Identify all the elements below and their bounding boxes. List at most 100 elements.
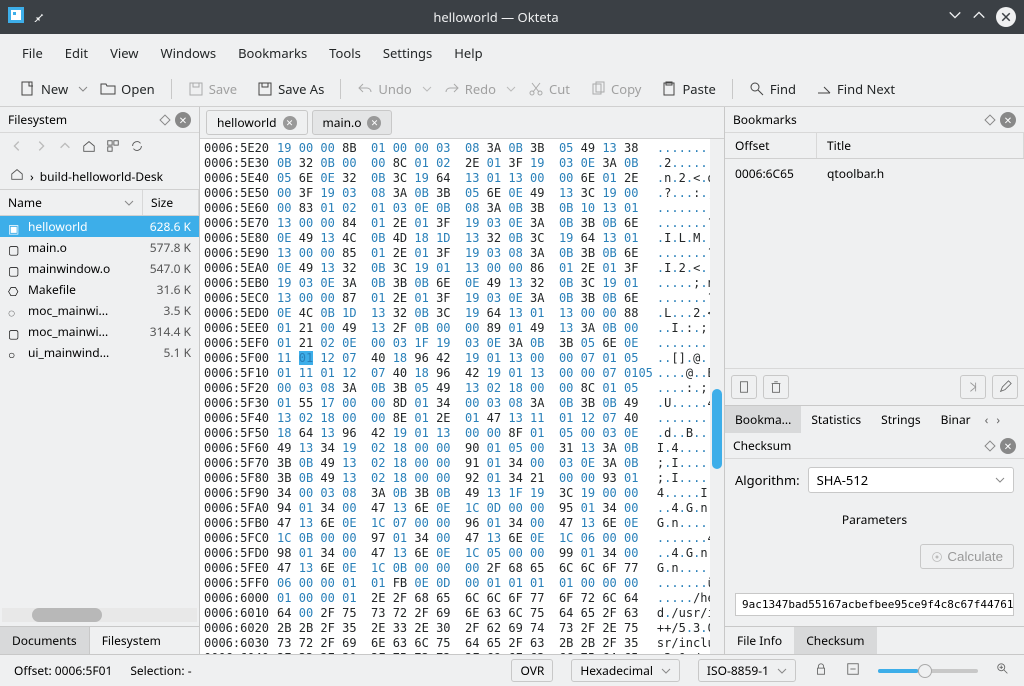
column-name[interactable]: Name [0, 190, 143, 215]
save-button[interactable]: Save [180, 76, 245, 102]
fit-icon[interactable] [846, 662, 860, 680]
file-row[interactable]: ◌moc_mainwi...3.5 K [0, 300, 199, 321]
breadcrumb-home-icon[interactable] [10, 167, 24, 185]
editor-tab[interactable]: main.o✕ [312, 110, 393, 135]
hex-view[interactable]: 0006:5E200006:5E300006:5E400006:5E500006… [200, 139, 724, 654]
zoom-in-icon[interactable] [996, 662, 1010, 680]
panel-close-icon[interactable]: ✕ [1000, 112, 1016, 128]
menu-help[interactable]: Help [444, 40, 492, 66]
menu-view[interactable]: View [100, 40, 148, 66]
redo-button[interactable]: Redo [436, 76, 504, 102]
hscrollbar[interactable] [2, 608, 197, 622]
undo-dropdown[interactable] [422, 81, 432, 97]
right-dock: Bookmarks ✕ Offset Title 0006:6C65 qtool… [724, 107, 1024, 654]
toolbar: New Open Save Save As Undo Redo Cut Copy… [0, 72, 1024, 107]
column-size[interactable]: Size [143, 190, 199, 215]
bookmarks-title: Bookmarks [733, 111, 797, 128]
nav-back-icon[interactable] [10, 139, 24, 157]
menu-bookmarks[interactable]: Bookmarks [228, 40, 317, 66]
close-button[interactable] [996, 7, 1016, 27]
tab-statistics[interactable]: Statistics [801, 406, 871, 433]
menu-edit[interactable]: Edit [55, 40, 98, 66]
findnext-button[interactable]: Find Next [808, 76, 903, 102]
find-button[interactable]: Find [741, 76, 804, 102]
tabs-prev-icon[interactable]: ‹ [981, 411, 993, 428]
file-size: 314.4 K [136, 323, 191, 340]
file-name: main.o [28, 239, 130, 256]
nav-home-icon[interactable] [82, 139, 96, 157]
tab-close-icon[interactable]: ✕ [367, 116, 381, 130]
tabs-next-icon[interactable]: › [992, 411, 1004, 428]
file-row[interactable]: ▢main.o577.8 K [0, 237, 199, 258]
cut-button[interactable]: Cut [520, 76, 578, 102]
tab-strings[interactable]: Strings [871, 406, 931, 433]
tab-checksum[interactable]: Checksum [794, 627, 876, 654]
nav-up-icon[interactable] [58, 139, 72, 157]
undock-icon[interactable] [984, 114, 995, 125]
file-row[interactable]: ⎔Makefile31.6 K [0, 279, 199, 300]
maximize-button[interactable] [972, 8, 986, 26]
minimize-button[interactable] [948, 8, 962, 26]
lock-icon[interactable] [814, 662, 828, 680]
bookmark-edit-button[interactable] [992, 375, 1018, 399]
new-button[interactable]: New [12, 76, 76, 102]
file-row[interactable]: ▢moc_mainwi...314.4 K [0, 321, 199, 342]
status-ovr[interactable]: OVR [511, 659, 553, 682]
saveas-button[interactable]: Save As [249, 76, 332, 102]
panel-close-icon[interactable]: ✕ [1000, 438, 1016, 454]
breadcrumb[interactable]: build-helloworld-Desk [40, 168, 163, 185]
tab-filesystem[interactable]: Filesystem [90, 627, 173, 654]
tab-binary[interactable]: Binar [931, 406, 981, 433]
bookmark-row[interactable]: 0006:6C65 qtoolbar.h [725, 163, 1024, 184]
nav-grid-icon[interactable] [106, 139, 120, 157]
file-icon: ▢ [8, 262, 22, 276]
file-size: 5.1 K [136, 344, 191, 361]
file-row[interactable]: ▣helloworld628.6 K [0, 216, 199, 237]
vscrollbar[interactable] [710, 139, 724, 654]
paste-button[interactable]: Paste [653, 76, 723, 102]
menu-windows[interactable]: Windows [151, 40, 227, 66]
bm-col-title[interactable]: Title [817, 133, 1024, 158]
status-coding[interactable]: Hexadecimal [571, 659, 680, 682]
file-size: 3.5 K [136, 302, 191, 319]
bookmark-delete-button[interactable] [763, 375, 789, 399]
app-icon [8, 7, 24, 27]
undo-button[interactable]: Undo [349, 76, 419, 102]
menu-tools[interactable]: Tools [319, 40, 371, 66]
file-row[interactable]: ○ui_mainwind...5.1 K [0, 342, 199, 363]
bookmark-next-button[interactable] [960, 375, 986, 399]
editor-tab[interactable]: helloworld✕ [206, 110, 308, 135]
file-icon: ○ [8, 346, 22, 360]
menu-settings[interactable]: Settings [373, 40, 442, 66]
new-dropdown[interactable] [78, 81, 88, 97]
tab-bookmarks[interactable]: Bookma... [725, 406, 801, 433]
status-charset[interactable]: ISO-8859-1 [698, 659, 796, 682]
pin-icon[interactable] [32, 8, 44, 26]
file-row[interactable]: ▢mainwindow.o547.0 K [0, 258, 199, 279]
algorithm-label: Algorithm: [735, 471, 800, 489]
copy-button[interactable]: Copy [582, 76, 649, 102]
bookmark-add-button[interactable] [731, 375, 757, 399]
open-button[interactable]: Open [92, 76, 163, 102]
bm-col-offset[interactable]: Offset [725, 133, 817, 158]
nav-sync-icon[interactable] [130, 139, 144, 157]
editor-area: helloworld✕main.o✕ 0006:5E200006:5E30000… [200, 107, 724, 654]
undock-icon[interactable] [159, 114, 170, 125]
tab-documents[interactable]: Documents [0, 627, 90, 654]
redo-dropdown[interactable] [506, 81, 516, 97]
algorithm-select[interactable]: SHA-512 [808, 467, 1014, 493]
checksum-output[interactable]: 9ac1347bad55167acbefbee95ce9f4c8c67f4476… [735, 593, 1014, 616]
menu-file[interactable]: File [12, 40, 53, 66]
calculate-button[interactable]: Calculate [920, 544, 1014, 569]
file-size: 31.6 K [136, 281, 191, 298]
undock-icon[interactable] [984, 440, 995, 451]
menubar: File Edit View Windows Bookmarks Tools S… [0, 34, 1024, 72]
file-list[interactable]: ▣helloworld628.6 K▢main.o577.8 K▢mainwin… [0, 216, 199, 608]
tab-close-icon[interactable]: ✕ [283, 116, 297, 130]
tab-fileinfo[interactable]: File Info [725, 627, 794, 654]
panel-close-icon[interactable]: ✕ [175, 112, 191, 128]
file-icon: ▢ [8, 241, 22, 255]
zoom-slider[interactable] [878, 669, 978, 673]
nav-forward-icon[interactable] [34, 139, 48, 157]
file-size: 628.6 K [136, 218, 191, 235]
